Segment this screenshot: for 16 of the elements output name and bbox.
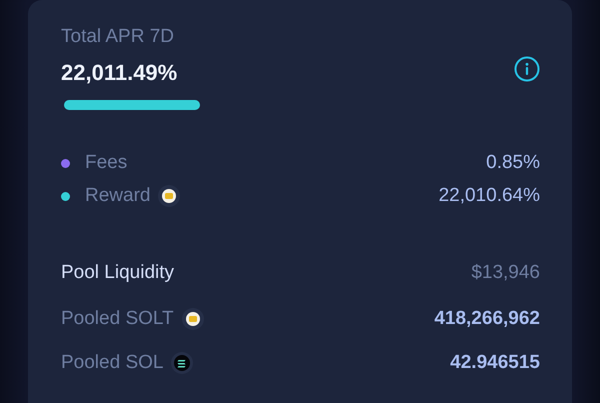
info-icon[interactable] [514, 56, 540, 82]
pooled-label: Pooled SOL [61, 352, 164, 374]
liquidity-value: $13,946 [471, 262, 540, 284]
liquidity-label: Pool Liquidity [61, 262, 174, 284]
pooled-value: 42.946515 [450, 352, 540, 374]
breakdown-value: 22,010.64% [438, 185, 540, 207]
coin-icon [182, 308, 204, 330]
apr-label: Total APR 7D [61, 26, 175, 48]
pooled-label: Pooled SOLT [61, 308, 174, 330]
breakdown-label: Reward [85, 185, 150, 207]
apr-value: 22,011.49% [61, 60, 178, 86]
coin-icon [158, 185, 180, 207]
breakdown-label: Fees [85, 152, 128, 174]
pooled-value: 418,266,962 [434, 308, 540, 330]
breakdown-value: 0.85% [486, 152, 540, 174]
sol-token-icon [171, 352, 194, 374]
